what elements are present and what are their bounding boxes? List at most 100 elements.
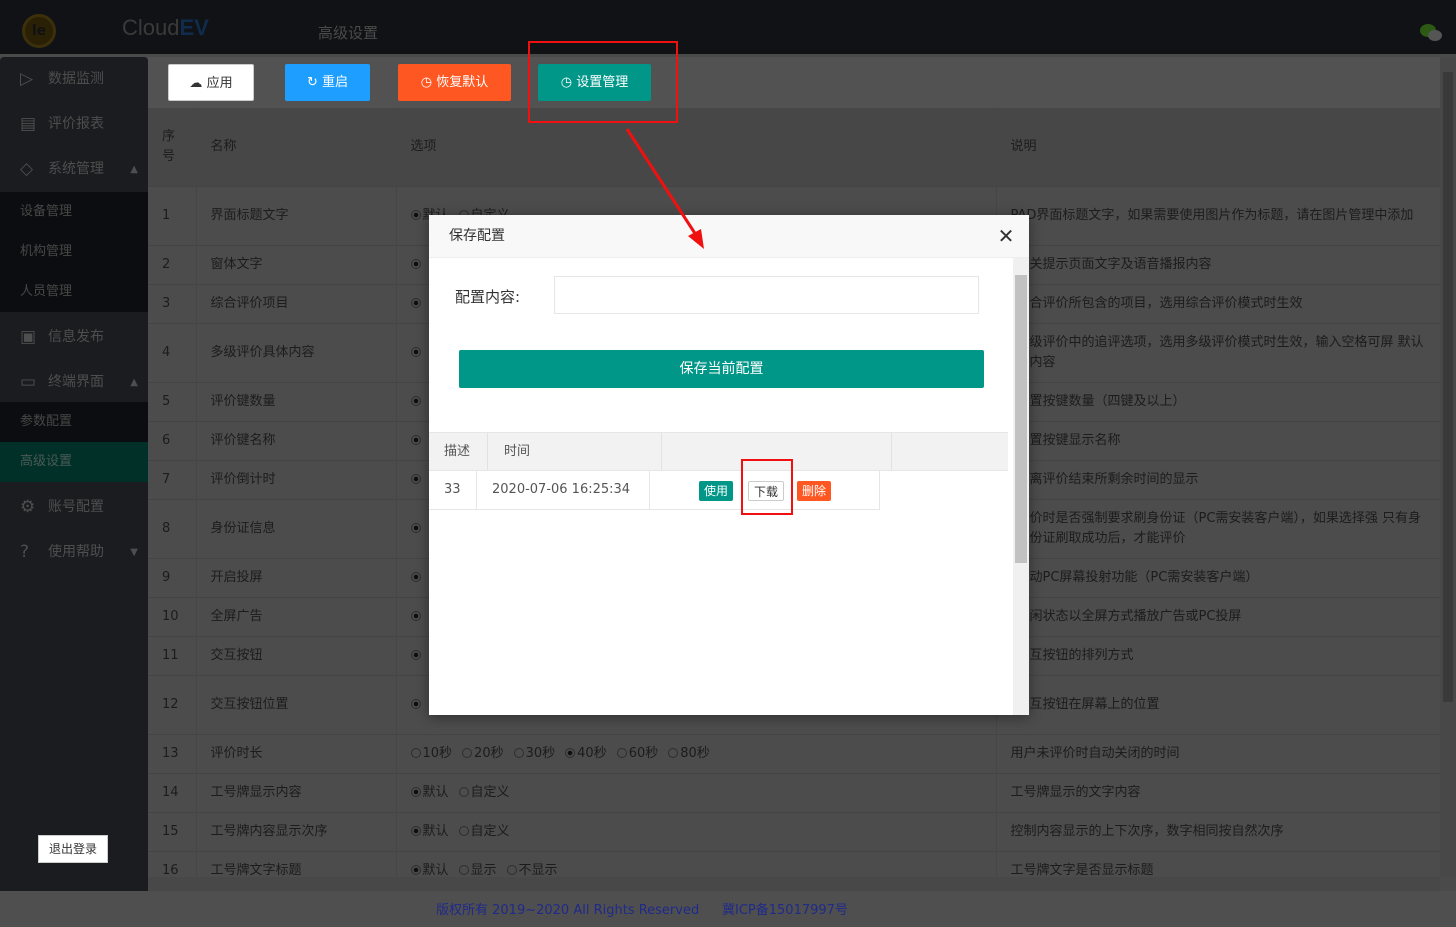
- refresh-icon: ↻: [306, 75, 322, 90]
- radio-icon[interactable]: [506, 864, 517, 875]
- radio-icon[interactable]: [410, 395, 421, 406]
- dialog-scrollbar-thumb[interactable]: [1015, 275, 1027, 563]
- sidebar-sub-devices[interactable]: 设备管理: [0, 192, 148, 232]
- sidebar-item-terminal[interactable]: ▭ 终端界面 ▲: [0, 360, 148, 405]
- sidebar-sub-staff[interactable]: 人员管理: [0, 272, 148, 312]
- radio-icon[interactable]: [410, 698, 421, 709]
- option-label: 20秒: [474, 745, 504, 761]
- radio-icon[interactable]: [410, 258, 421, 269]
- option-radio[interactable]: 默认: [410, 785, 449, 800]
- option-radio[interactable]: [410, 257, 423, 272]
- row-desc: 合评价所包含的项目，选用综合评价模式时生效: [996, 284, 1440, 324]
- option-radio[interactable]: 20秒: [462, 746, 504, 761]
- radio-icon[interactable]: [410, 571, 421, 582]
- radio-icon[interactable]: [668, 747, 679, 758]
- sidebar-item-label: 信息发布: [48, 329, 104, 345]
- option-radio[interactable]: 不显示: [506, 863, 558, 877]
- sidebar-sub-params[interactable]: 参数配置: [0, 402, 148, 442]
- option-radio[interactable]: [410, 570, 423, 585]
- option-radio[interactable]: 10秒: [410, 746, 452, 761]
- config-content-input[interactable]: [554, 276, 979, 314]
- horizontal-scrollbar[interactable]: [148, 877, 1440, 891]
- radio-icon[interactable]: [513, 747, 524, 758]
- option-radio[interactable]: [410, 296, 423, 311]
- radio-icon[interactable]: [410, 786, 421, 797]
- use-button[interactable]: 使用: [699, 481, 734, 501]
- icp-link[interactable]: 冀ICP备15017997号: [722, 899, 848, 918]
- row-name: 多级评价具体内容: [196, 323, 397, 383]
- sidebar-item-publish[interactable]: ▣ 信息发布: [0, 315, 148, 360]
- radio-icon[interactable]: [410, 825, 421, 836]
- sidebar-sub-orgs[interactable]: 机构管理: [0, 232, 148, 272]
- radio-icon[interactable]: [458, 786, 469, 797]
- option-radio[interactable]: [410, 697, 423, 712]
- window-icon: ▭: [20, 372, 37, 392]
- save-current-config-button[interactable]: 保存当前配置: [459, 350, 984, 388]
- radio-icon[interactable]: [410, 346, 421, 357]
- sidebar-sub-advanced[interactable]: 高级设置: [0, 442, 148, 482]
- logo: le: [22, 14, 56, 48]
- option-radio[interactable]: [410, 648, 423, 663]
- radio-icon[interactable]: [565, 747, 576, 758]
- row-no: 7: [148, 460, 197, 500]
- radio-icon[interactable]: [410, 473, 421, 484]
- wechat-icon-bubble: [1428, 30, 1442, 41]
- clock-icon: ◷: [420, 75, 437, 90]
- radio-icon[interactable]: [458, 864, 469, 875]
- close-icon[interactable]: ✕: [995, 225, 1017, 247]
- option-radio[interactable]: 默认: [410, 824, 449, 839]
- radio-icon[interactable]: [410, 649, 421, 660]
- row-desc: 工号牌文字是否显示标题: [996, 851, 1440, 877]
- dialog-body: 配置内容: 保存当前配置 描述 时间 33 2020-07-06 16:25:3…: [429, 258, 1013, 715]
- radio-icon[interactable]: [410, 209, 421, 220]
- col-header-desc: 说明: [996, 108, 1440, 187]
- scrollbar-thumb[interactable]: [1443, 72, 1453, 702]
- sidebar-item-label: 系统管理: [48, 161, 104, 177]
- delete-button[interactable]: 删除: [797, 481, 832, 501]
- option-radio[interactable]: 显示: [458, 863, 497, 877]
- sidebar-item-system[interactable]: ◇ 系统管理 ▲: [0, 147, 148, 192]
- option-radio[interactable]: [410, 345, 423, 360]
- sidebar-item-reports[interactable]: ▤ 评价报表: [0, 102, 148, 147]
- row-name: 工号牌显示内容: [196, 773, 397, 813]
- option-radio[interactable]: 默认: [410, 863, 449, 877]
- radio-icon[interactable]: [616, 747, 627, 758]
- radio-icon[interactable]: [410, 522, 421, 533]
- cloud-upload-icon: ☁: [189, 76, 207, 91]
- option-radio[interactable]: [410, 472, 423, 487]
- row-name: 交互按钮: [196, 636, 397, 676]
- divider: [891, 433, 892, 471]
- option-radio[interactable]: [410, 433, 423, 448]
- option-radio[interactable]: 40秒: [565, 746, 607, 761]
- radio-icon[interactable]: [410, 434, 421, 445]
- option-radio[interactable]: [410, 394, 423, 409]
- option-radio[interactable]: 30秒: [513, 746, 555, 761]
- gear-icon: ⚙: [20, 497, 36, 517]
- restart-label: 重启: [322, 75, 349, 90]
- logout-button[interactable]: 退出登录: [38, 835, 108, 863]
- sidebar-item-label: 账号配置: [48, 499, 104, 515]
- option-radio[interactable]: 80秒: [668, 746, 710, 761]
- sidebar-item-help[interactable]: ? 使用帮助 ▼: [0, 530, 148, 575]
- radio-icon[interactable]: [410, 297, 421, 308]
- sidebar-item-account[interactable]: ⚙ 账号配置: [0, 485, 148, 530]
- option-radio[interactable]: 自定义: [458, 824, 510, 839]
- option-radio[interactable]: 60秒: [616, 746, 658, 761]
- save-config-dialog: 保存配置 ✕ 配置内容: 保存当前配置 描述 时间 33 2020-07-06 …: [429, 215, 1029, 715]
- apply-button[interactable]: ☁ 应用: [168, 64, 254, 101]
- restore-default-button[interactable]: ◷ 恢复默认: [398, 64, 511, 101]
- row-desc: 互按钮的排列方式: [996, 636, 1440, 676]
- radio-icon[interactable]: [410, 747, 421, 758]
- radio-icon[interactable]: [410, 610, 421, 621]
- option-label: 自定义: [470, 784, 510, 800]
- restart-button[interactable]: ↻ 重启: [285, 64, 370, 101]
- option-radio[interactable]: [410, 609, 423, 624]
- radio-icon[interactable]: [410, 864, 421, 875]
- option-radio[interactable]: 自定义: [458, 784, 510, 800]
- row-desc: 控制内容显示的上下次序，数字相同按自然次序: [996, 812, 1440, 852]
- sidebar-item-monitor[interactable]: ▷ 数据监测: [0, 57, 148, 102]
- radio-icon[interactable]: [462, 747, 473, 758]
- row-desc: 工号牌显示的文字内容: [996, 773, 1440, 813]
- radio-icon[interactable]: [458, 825, 469, 836]
- option-radio[interactable]: [410, 521, 423, 536]
